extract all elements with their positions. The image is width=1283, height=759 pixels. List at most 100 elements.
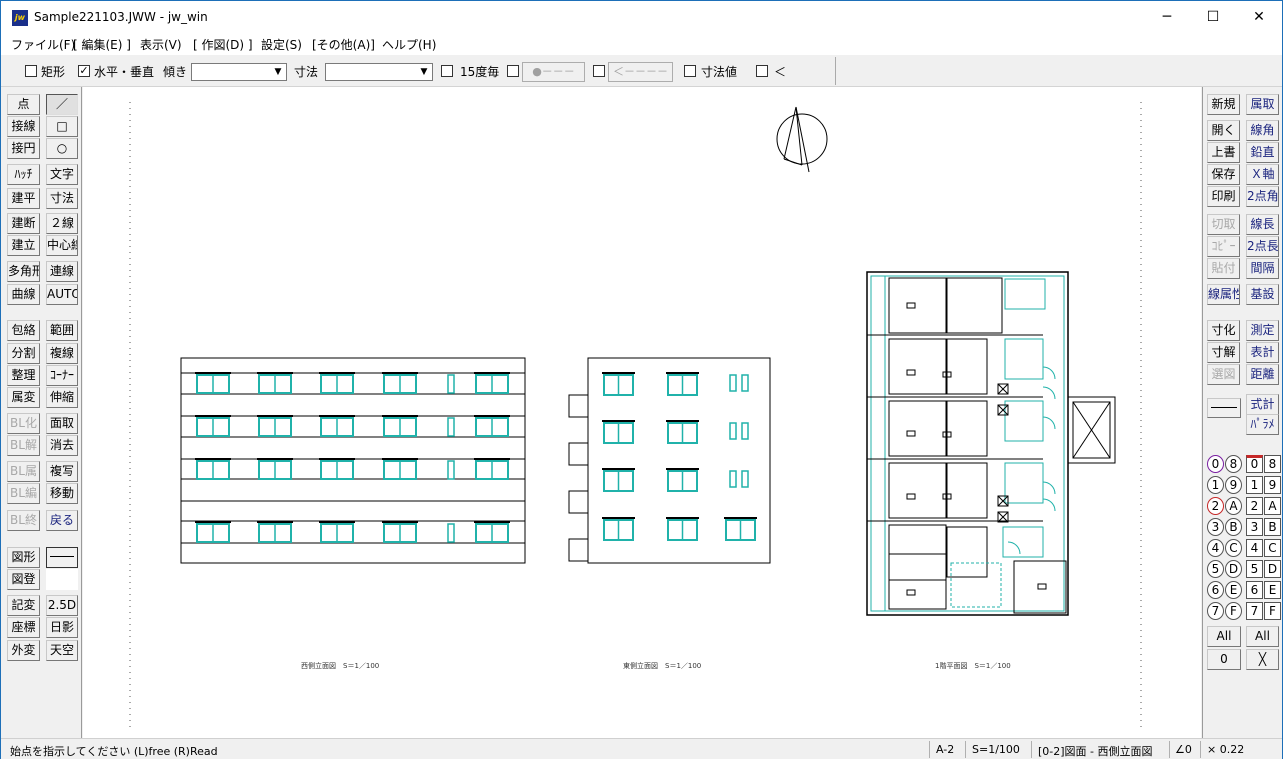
layer-group-D[interactable]: D xyxy=(1225,560,1242,578)
layer-D[interactable]: D xyxy=(1264,560,1281,578)
left-tool-14-1[interactable]: 消去 xyxy=(46,435,78,456)
layer-group-4[interactable]: 4 xyxy=(1207,539,1224,557)
right-tool-9-1[interactable]: 測定 xyxy=(1246,320,1279,341)
left-tool-6-0[interactable]: 建立 xyxy=(7,235,40,256)
layer-group-F[interactable]: F xyxy=(1225,602,1242,620)
layer-group-9[interactable]: 9 xyxy=(1225,476,1242,494)
deg15-checkbox[interactable] xyxy=(441,65,453,77)
drawing-canvas[interactable]: 西側立面図 S＝1／100 東側立面図 S＝1／100 1階平面図 S＝1／10… xyxy=(83,87,1201,738)
right-tool-2-1[interactable]: 鉛直 xyxy=(1246,142,1279,163)
left-tool-14-0[interactable]: BL解 xyxy=(7,435,40,456)
left-tool-0-1[interactable]: ／ xyxy=(46,94,78,115)
layer-line-preview[interactable] xyxy=(1207,398,1241,418)
left-tool-16-1[interactable]: 移動 xyxy=(46,483,78,504)
layer-group-B[interactable]: B xyxy=(1225,518,1242,536)
right-tool-13-1[interactable]: ﾊﾟﾗﾒ xyxy=(1246,414,1279,435)
layer-6[interactable]: 6 xyxy=(1246,581,1263,599)
right-tool-3-1[interactable]: Ｘ軸 xyxy=(1246,164,1279,185)
right-tool-4-0[interactable]: 印刷 xyxy=(1207,186,1240,207)
menu-other[interactable]: [その他(A)] xyxy=(312,36,375,53)
left-tool-8-1[interactable]: AUTO xyxy=(46,284,78,305)
left-tool-2-1[interactable]: ○ xyxy=(46,138,78,159)
layer-group-2[interactable]: 2 xyxy=(1207,497,1224,515)
layer-A[interactable]: A xyxy=(1264,497,1281,515)
left-tool-16-0[interactable]: BL編 xyxy=(7,483,40,504)
left-tool-12-0[interactable]: 属変 xyxy=(7,387,40,408)
left-tool-13-0[interactable]: BL化 xyxy=(7,413,40,434)
layer-B[interactable]: B xyxy=(1264,518,1281,536)
layer-F[interactable]: F xyxy=(1264,602,1281,620)
layer-indicator[interactable]: [0-2]図面 - 西側立面図 xyxy=(1038,743,1153,759)
left-tool-17-1[interactable]: 戻る xyxy=(46,510,78,531)
right-tool-5-1[interactable]: 線長 xyxy=(1246,214,1279,235)
left-tool-8-0[interactable]: 曲線 xyxy=(7,284,40,305)
left-tool-10-0[interactable]: 分割 xyxy=(7,343,40,364)
right-tool-5-0[interactable]: 切取 xyxy=(1207,214,1240,235)
layer-all-left-button[interactable]: All xyxy=(1207,626,1241,647)
left-tool-22-1[interactable]: 天空 xyxy=(46,640,78,661)
left-tool-5-1[interactable]: ２線 xyxy=(46,213,78,234)
right-tool-8-1[interactable]: 基設 xyxy=(1246,284,1279,305)
close-icon[interactable]: ✕ xyxy=(1236,1,1282,33)
left-tool-20-0[interactable]: 記変 xyxy=(7,595,40,616)
scale-indicator[interactable]: S=1/100 xyxy=(972,743,1020,756)
left-tool-15-0[interactable]: BL属 xyxy=(7,461,40,482)
left-tool-5-0[interactable]: 建断 xyxy=(7,213,40,234)
right-tool-0-0[interactable]: 新規 xyxy=(1207,94,1240,115)
left-tool-21-0[interactable]: 座標 xyxy=(7,617,40,638)
factor-indicator[interactable]: × 0.22 xyxy=(1207,743,1244,756)
left-tool-3-0[interactable]: ﾊｯﾁ xyxy=(7,164,40,185)
left-tool-15-1[interactable]: 複写 xyxy=(46,461,78,482)
dim-combo[interactable]: ▼ xyxy=(325,63,433,81)
right-tool-12-1[interactable]: 式計 xyxy=(1246,394,1279,415)
menu-help[interactable]: ヘルプ(H) xyxy=(382,36,436,53)
right-tool-0-1[interactable]: 属取 xyxy=(1246,94,1279,115)
layer-group-5[interactable]: 5 xyxy=(1207,560,1224,578)
left-tool-2-0[interactable]: 接円 xyxy=(7,138,40,159)
rect-checkbox[interactable] xyxy=(25,65,37,77)
layer-3[interactable]: 3 xyxy=(1246,518,1263,536)
right-tool-6-0[interactable]: ｺﾋﾟｰ xyxy=(1207,236,1240,257)
layer-5[interactable]: 5 xyxy=(1246,560,1263,578)
right-tool-2-0[interactable]: 上書 xyxy=(1207,142,1240,163)
layer-all-right-button[interactable]: All xyxy=(1246,626,1279,647)
right-tool-7-0[interactable]: 貼付 xyxy=(1207,258,1240,279)
menu-view[interactable]: 表示(V) xyxy=(140,36,182,53)
arrow-type-button[interactable]: ＜－－－－ xyxy=(608,62,673,82)
left-tool-22-0[interactable]: 外変 xyxy=(7,640,40,661)
left-tool-21-1[interactable]: 日影 xyxy=(46,617,78,638)
layer-group-1[interactable]: 1 xyxy=(1207,476,1224,494)
layer-x-button[interactable]: ╳ xyxy=(1246,649,1279,670)
left-tool-17-0[interactable]: BL終 xyxy=(7,510,40,531)
hv-checkbox[interactable]: ✓ xyxy=(78,65,90,77)
maximize-icon[interactable]: ☐ xyxy=(1190,1,1236,33)
layer-group-C[interactable]: C xyxy=(1225,539,1242,557)
right-tool-10-0[interactable]: 寸解 xyxy=(1207,342,1240,363)
left-tool-20-1[interactable]: 2.5D xyxy=(46,595,78,616)
layer-9[interactable]: 9 xyxy=(1264,476,1281,494)
right-tool-10-1[interactable]: 表計 xyxy=(1246,342,1279,363)
right-tool-11-1[interactable]: 距離 xyxy=(1246,364,1279,385)
menu-file[interactable]: ファイル(F) xyxy=(11,36,75,53)
btn2-checkbox[interactable] xyxy=(593,65,605,77)
right-tool-4-1[interactable]: 2点角 xyxy=(1246,186,1279,207)
angle-indicator[interactable]: ∠0 xyxy=(1175,743,1192,756)
lt-checkbox[interactable] xyxy=(756,65,768,77)
layer-zero-button[interactable]: 0 xyxy=(1207,649,1241,670)
minimize-icon[interactable]: ─ xyxy=(1144,1,1190,33)
layer-0[interactable]: 0 xyxy=(1246,455,1263,473)
menu-draw[interactable]: [ 作図(D) ] xyxy=(193,36,253,53)
slope-combo[interactable]: ▼ xyxy=(191,63,287,81)
line-type-button[interactable]: ●－－－ xyxy=(522,62,585,82)
left-tool-10-1[interactable]: 複線 xyxy=(46,343,78,364)
layer-8[interactable]: 8 xyxy=(1264,455,1281,473)
layer-group-E[interactable]: E xyxy=(1225,581,1242,599)
layer-group-3[interactable]: 3 xyxy=(1207,518,1224,536)
layer-C[interactable]: C xyxy=(1264,539,1281,557)
layer-1[interactable]: 1 xyxy=(1246,476,1263,494)
btn1-checkbox[interactable] xyxy=(507,65,519,77)
layer-E[interactable]: E xyxy=(1264,581,1281,599)
right-tool-1-0[interactable]: 開く xyxy=(1207,120,1240,141)
left-tool-1-0[interactable]: 接線 xyxy=(7,116,40,137)
right-tool-9-0[interactable]: 寸化 xyxy=(1207,320,1240,341)
